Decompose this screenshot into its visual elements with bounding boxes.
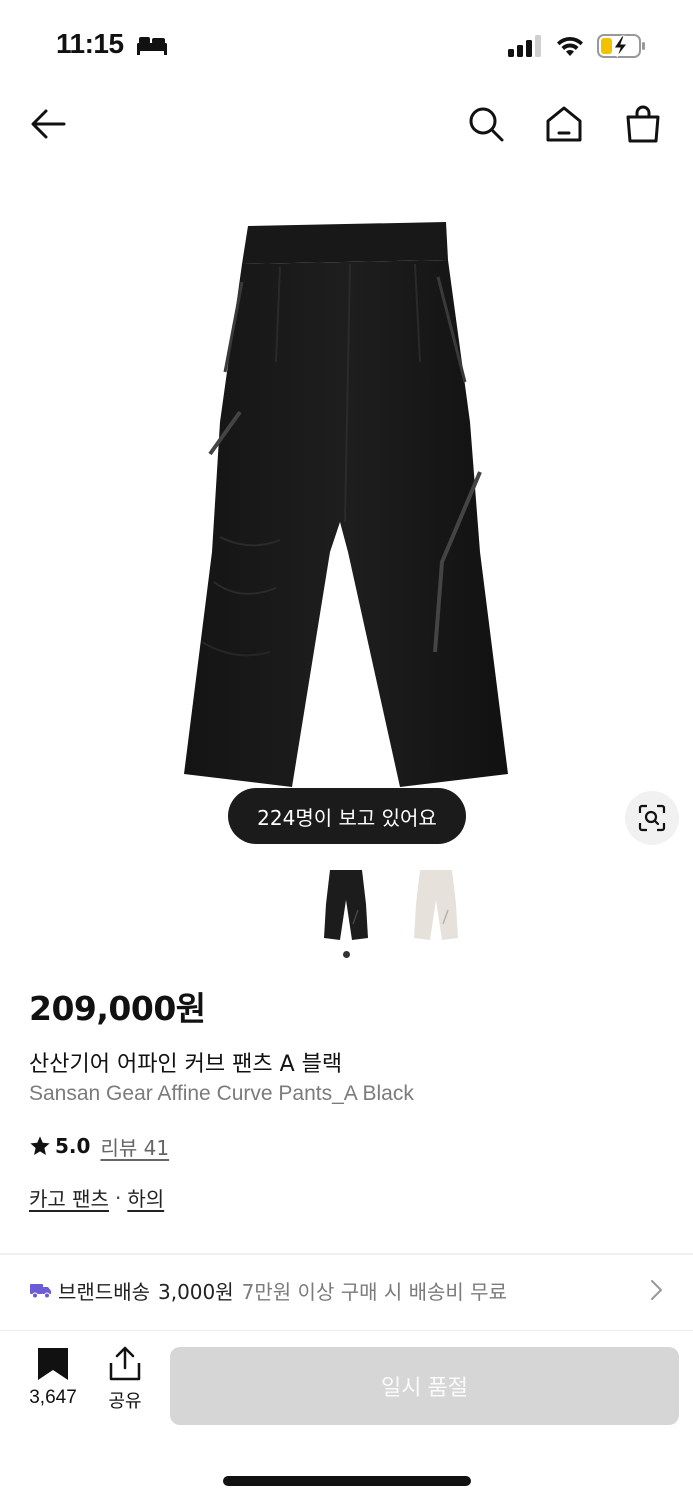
category-separator: ·: [114, 1185, 122, 1210]
truck-icon: [30, 1284, 51, 1299]
status-time: 11:15: [56, 28, 124, 59]
bed-icon: [137, 37, 167, 55]
chevron-right-icon: [651, 1280, 662, 1300]
share-label: 공유: [108, 1391, 142, 1412]
rating-row: 5.0 리뷰 41: [29, 1131, 169, 1161]
search-button[interactable]: [460, 98, 512, 150]
image-search-button[interactable]: [625, 791, 679, 845]
shipping-note: 7만원 이상 구매 시 배송비 무료: [241, 1279, 507, 1304]
section-divider: [0, 1253, 693, 1255]
shipping-fee: 3,000원: [158, 1279, 234, 1304]
product-price: 209,000원: [29, 989, 206, 1028]
home-button[interactable]: [538, 98, 590, 150]
section-divider: [0, 1330, 693, 1331]
star-icon: [30, 1136, 50, 1155]
search-icon: [469, 107, 504, 142]
share-icon: [109, 1346, 141, 1381]
bookmark-icon: [38, 1348, 68, 1380]
product-name-english: Sansan Gear Affine Curve Pants_A Black: [29, 1082, 414, 1105]
thumbnail-ivory[interactable]: [410, 864, 462, 944]
shopping-bag-button[interactable]: [617, 98, 669, 150]
viewing-count-badge: 224명이 보고 있어요: [228, 788, 466, 844]
shipping-label: 브랜드배송: [58, 1279, 150, 1304]
bookmark-count: 3,647: [29, 1387, 77, 1408]
product-image[interactable]: [180, 222, 515, 792]
category-breadcrumb: 카고 팬츠 · 하의: [29, 1183, 164, 1212]
soldout-button[interactable]: 일시 품절: [170, 1347, 679, 1425]
bookmark-button[interactable]: 3,647: [20, 1346, 86, 1416]
color-thumbnails: [0, 864, 693, 948]
rating-value: 5.0: [55, 1134, 91, 1158]
image-search-icon: [638, 804, 666, 832]
top-nav: [0, 92, 693, 156]
review-link[interactable]: 리뷰 41: [100, 1132, 169, 1161]
shipping-info-row[interactable]: 브랜드배송 3,000원 7만원 이상 구매 시 배송비 무료: [0, 1262, 693, 1318]
battery-charging-icon: [597, 34, 645, 58]
share-button[interactable]: 공유: [100, 1346, 150, 1416]
home-icon: [546, 106, 582, 142]
shopping-bag-icon: [626, 105, 660, 143]
carousel-indicator-dot: [343, 951, 350, 958]
wifi-icon: [557, 36, 583, 56]
status-bar: 11:15: [0, 0, 693, 92]
back-button[interactable]: [22, 98, 74, 150]
cellular-signal-icon: [508, 35, 541, 57]
category-link-cargo-pants[interactable]: 카고 팬츠: [29, 1183, 109, 1212]
arrow-left-icon: [31, 109, 66, 139]
home-indicator[interactable]: [223, 1476, 471, 1486]
category-link-bottoms[interactable]: 하의: [127, 1183, 164, 1212]
product-name-korean: 산산기어 어파인 커브 팬츠 A 블랙: [29, 1052, 343, 1077]
thumbnail-black[interactable]: [320, 864, 372, 944]
